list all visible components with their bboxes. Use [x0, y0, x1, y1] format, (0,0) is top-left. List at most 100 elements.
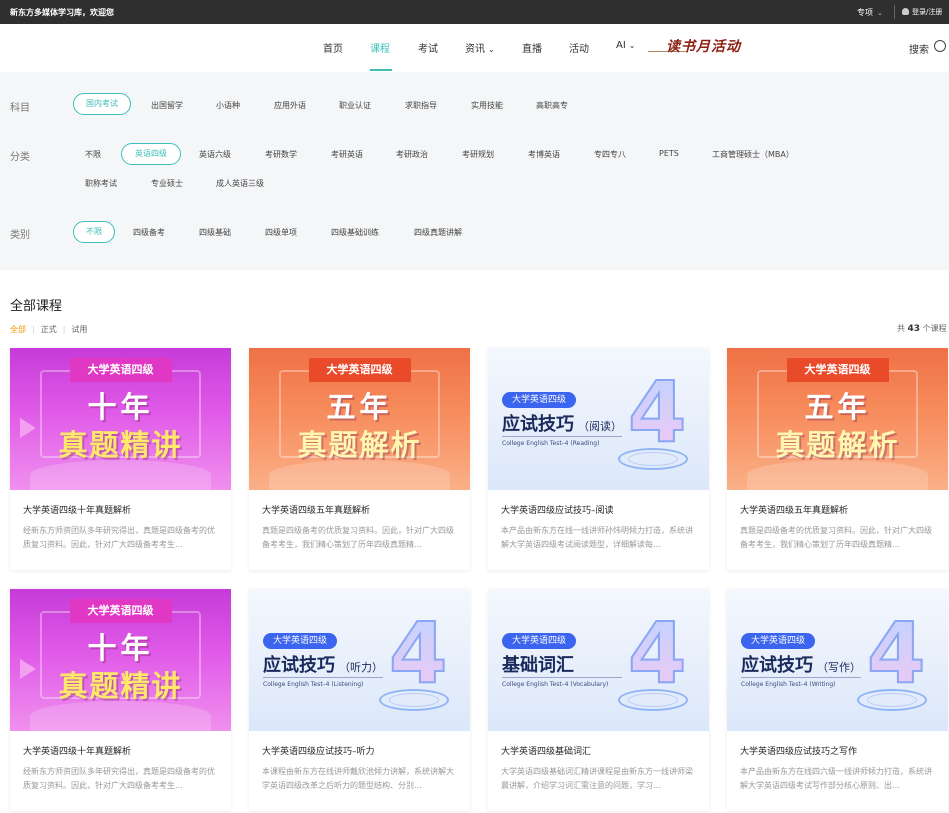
subject-option[interactable]: 小语种: [216, 100, 240, 111]
category-option[interactable]: PETS: [659, 149, 679, 158]
thumb-heading-main: 应试技巧: [263, 655, 335, 676]
nav-item-news[interactable]: 资讯 ⌄: [465, 40, 495, 55]
course-thumbnail[interactable]: 4 大学英语四级 应试技巧 （阅读） College English Test–4 (R…: [488, 348, 709, 490]
category-option[interactable]: 工商管理硕士（MBA）: [712, 149, 794, 160]
category-option[interactable]: 成人英语三级: [216, 178, 264, 189]
type-option[interactable]: 四级基础训练: [331, 227, 379, 238]
course-title[interactable]: 大学英语四级应试技巧之写作: [740, 744, 857, 757]
category-option[interactable]: 考研英语: [331, 149, 363, 160]
thumb-line-2: 真题精讲: [58, 669, 183, 703]
course-title[interactable]: 大学英语四级五年真题解析: [262, 503, 370, 516]
subject-option[interactable]: 高职高专: [536, 100, 568, 111]
course-thumbnail[interactable]: 大学英语四级 十年 真题精讲: [10, 589, 231, 731]
filter-label-category: 分类: [10, 152, 30, 163]
thumb-heading: 应试技巧 （写作）: [741, 651, 861, 677]
thumb-ribbon: 大学英语四级: [786, 358, 889, 382]
subject-option[interactable]: 出国留学: [151, 100, 183, 111]
number-four-graphic: 4: [627, 604, 687, 702]
type-option[interactable]: 四级单项: [265, 227, 297, 238]
course-thumbnail[interactable]: 4 大学英语四级应试技巧 （写作） College English Test–4 (W…: [727, 589, 948, 731]
course-card[interactable]: 4 大学英语四级 基础词汇 College English Test–4 (Vocab…: [488, 589, 709, 811]
category-option[interactable]: 考博英语: [528, 149, 560, 160]
course-title[interactable]: 大学英语四级十年真题解析: [23, 744, 131, 757]
subject-option[interactable]: 应用外语: [274, 100, 306, 111]
search-label[interactable]: 搜索: [909, 41, 929, 56]
chevron-down-icon: ⌄: [877, 9, 883, 17]
nav-item-news-label: 资讯: [465, 44, 485, 55]
nav-item-live[interactable]: 直播: [522, 40, 542, 55]
course-title[interactable]: 大学英语四级应试技巧–听力: [262, 744, 375, 757]
thumb-heading-small: （阅读）: [578, 420, 622, 433]
course-card[interactable]: 4 大学英语四级 应试技巧 （听力） College English Test–4 (L…: [249, 589, 470, 811]
course-card[interactable]: 大学英语四级 十年 真题精讲 大学英语四级十年真题解析 经新东方师资团队多年研究得出，真…: [10, 589, 231, 811]
category-option[interactable]: 专四专八: [594, 149, 626, 160]
nav-item-ai[interactable]: AI ⌄: [616, 40, 636, 51]
course-description: 真题是四级备考的优质复习资料。因此，针对广大四级备考考生，我们精心策划了历年四级…: [262, 526, 454, 549]
book-decoration: [30, 701, 211, 731]
course-thumbnail[interactable]: 大学英语四级 十年 真题精讲: [10, 348, 231, 490]
tab-formal[interactable]: 正式: [41, 325, 57, 334]
thumb-line-1: 五年: [804, 390, 871, 424]
category-option[interactable]: 考研政治: [396, 149, 428, 160]
pedestal-ring: [389, 693, 439, 707]
course-card[interactable]: 大学英语四级 五年 真题解析 大学英语四级五年真题解析 真题是四级备考的优质复习资料。因…: [249, 348, 470, 570]
course-thumbnail[interactable]: 4 大学英语四级 应试技巧 （听力） College English Test–4 (L…: [249, 589, 470, 731]
nav-item-home[interactable]: 首页: [323, 40, 343, 55]
type-option[interactable]: 不限: [73, 221, 115, 243]
nav-item-courses[interactable]: 课程: [370, 40, 390, 55]
divider: [894, 5, 895, 19]
thumb-heading: 应试技巧 （听力）: [263, 651, 383, 677]
tab-all[interactable]: 全部: [10, 325, 26, 334]
course-card[interactable]: 4 大学英语四级应试技巧 （写作） College English Test–4 (W…: [727, 589, 948, 811]
category-option[interactable]: 考研数学: [265, 149, 297, 160]
thumb-ribbon: 大学英语四级: [69, 358, 172, 382]
category-option[interactable]: 英语四级: [121, 143, 181, 165]
course-card[interactable]: 大学英语四级 十年 真题精讲 大学英语四级十年真题解析 经新东方师资团队多年研究得出，真…: [10, 348, 231, 570]
tab-trial[interactable]: 试用: [71, 325, 87, 334]
section-title: 全部课程: [10, 299, 63, 314]
type-option[interactable]: 四级真题讲解: [414, 227, 462, 238]
course-card[interactable]: 大学英语四级 五年 真题解析 大学英语四级五年真题解析 真题是四级备考的优质复习资料。因…: [727, 348, 948, 570]
subject-option[interactable]: 职业认证: [339, 100, 371, 111]
count-prefix: 共: [897, 324, 905, 333]
course-title[interactable]: 大学英语四级应试技巧–阅读: [501, 503, 614, 516]
special-dropdown[interactable]: 专项 ⌄: [857, 7, 883, 18]
course-description: 真题是四级备考的优质复习资料。因此，针对广大四级备考考生，我们精心策划了历年四级…: [740, 526, 932, 549]
thumb-pill: 大学英语四级: [741, 633, 816, 649]
user-icon: [902, 8, 909, 15]
pedestal-ring: [628, 693, 678, 707]
category-option[interactable]: 考研规划: [462, 149, 494, 160]
category-option[interactable]: 不限: [85, 149, 101, 160]
subject-option[interactable]: 求职指导: [405, 100, 437, 111]
thumb-underline: [502, 436, 622, 437]
course-thumbnail[interactable]: 大学英语四级 五年 真题解析: [727, 348, 948, 490]
reading-month-banner[interactable]: 读书月活动: [648, 34, 766, 60]
login-link[interactable]: 登录/注册: [902, 7, 942, 17]
banner-text: 读书月活动: [666, 39, 741, 55]
course-description: 大学英语四级基础词汇精讲课程是由新东方一线讲师梁晨讲解，介绍学习词汇需注意的问题…: [501, 767, 693, 790]
category-option[interactable]: 专业硕士: [151, 178, 183, 189]
nav-item-activity[interactable]: 活动: [569, 40, 589, 55]
course-thumbnail[interactable]: 4 大学英语四级 基础词汇 College English Test–4 (Vocab…: [488, 589, 709, 731]
course-title[interactable]: 大学英语四级五年真题解析: [740, 503, 848, 516]
nav-item-exams[interactable]: 考试: [418, 40, 438, 55]
course-title[interactable]: 大学英语四级十年真题解析: [23, 503, 131, 516]
course-description: 本产品由新东方在线四六级一线讲师倾力打造，系统讲解大学英语四级考试写作部分核心原…: [740, 767, 932, 790]
course-title[interactable]: 大学英语四级基础词汇: [501, 744, 591, 757]
subject-option[interactable]: 国内考试: [73, 93, 131, 115]
thumb-subtitle: College English Test–4 (Writing): [741, 681, 836, 688]
thumb-heading-small: （写作）: [817, 661, 861, 674]
course-card[interactable]: 4 大学英语四级 应试技巧 （阅读） College English Test–4 (R…: [488, 348, 709, 570]
course-thumbnail[interactable]: 大学英语四级 五年 真题解析: [249, 348, 470, 490]
category-option[interactable]: 职称考试: [85, 178, 117, 189]
search-icon[interactable]: [934, 40, 946, 52]
type-option[interactable]: 四级基础: [199, 227, 231, 238]
nav-active-indicator: [370, 69, 392, 71]
thumb-heading-main: 基础词汇: [502, 655, 574, 676]
book-decoration: [747, 460, 928, 490]
number-four-graphic: 4: [866, 604, 926, 702]
category-option[interactable]: 英语六级: [199, 149, 231, 160]
type-option[interactable]: 四级备考: [133, 227, 165, 238]
book-decoration: [269, 460, 450, 490]
subject-option[interactable]: 实用技能: [471, 100, 503, 111]
